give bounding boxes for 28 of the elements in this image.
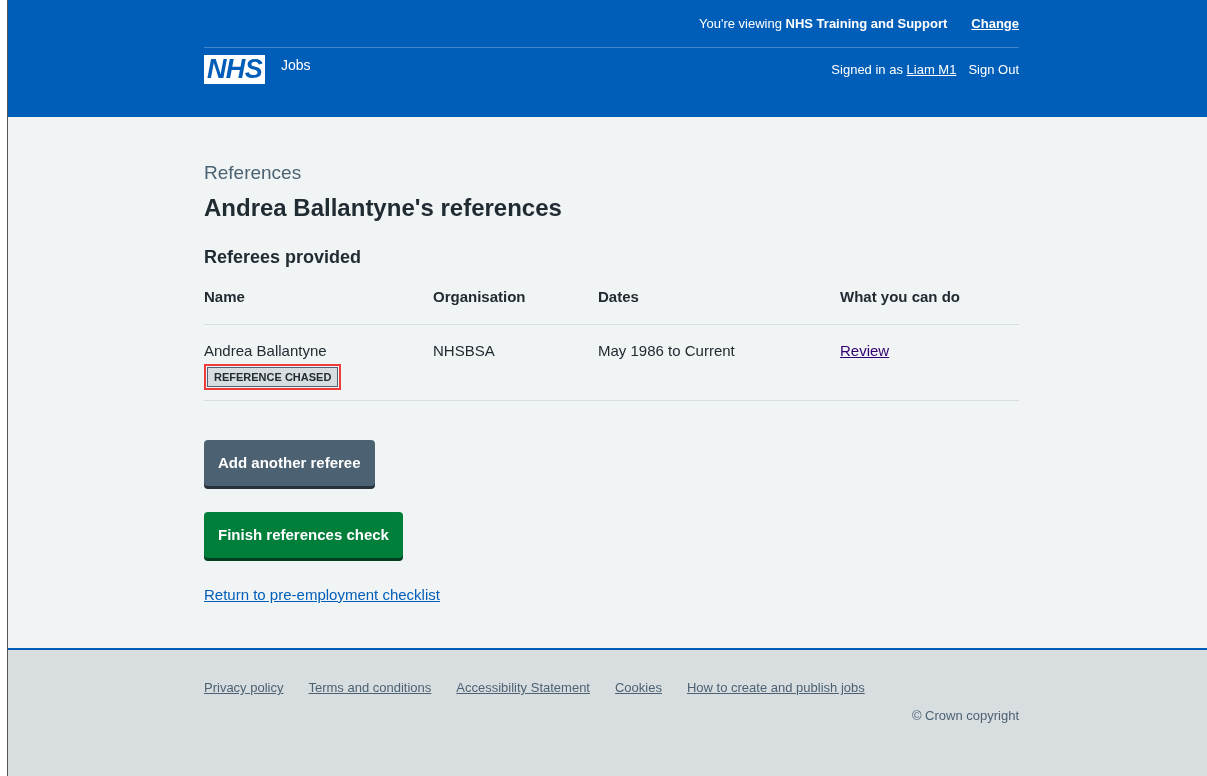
- footer-link[interactable]: Privacy policy: [204, 678, 284, 698]
- nhs-logo[interactable]: NHS: [204, 54, 265, 84]
- page-title: Andrea Ballantyne's references: [204, 192, 563, 223]
- footer-link[interactable]: Accessibility Statement: [456, 678, 590, 698]
- table-cell-text: NHSBSA: [433, 341, 496, 361]
- page-caption: References: [204, 161, 303, 185]
- service-name: Jobs: [281, 56, 311, 75]
- review-link[interactable]: Review: [840, 342, 890, 359]
- sign-out-link[interactable]: Sign Out: [968, 60, 1019, 80]
- table-cell-text: Andrea Ballantyne: [204, 341, 327, 361]
- column-header: Dates: [598, 286, 640, 307]
- column-header: What you can do: [840, 286, 961, 307]
- footer-link[interactable]: Terms and conditions: [308, 678, 432, 698]
- column-header: Organisation: [433, 286, 527, 307]
- section-title: Referees provided: [204, 245, 363, 269]
- signed-in-text: Signed in as Liam M1: [831, 61, 957, 80]
- footer-link[interactable]: How to create and publish jobs: [686, 678, 865, 698]
- copyright-text: © Crown copyright: [911, 706, 1019, 725]
- status-tag: REFERENCE CHASED: [207, 366, 339, 387]
- column-header: Name: [204, 286, 246, 307]
- back-link[interactable]: Return to pre-employment checklist: [204, 584, 440, 607]
- footer-link[interactable]: Cookies: [615, 678, 662, 698]
- user-link[interactable]: Liam M1: [906, 62, 957, 78]
- finish-button[interactable]: Finish references check: [204, 512, 403, 558]
- change-link[interactable]: Change: [971, 13, 1019, 34]
- viewing-text: You're viewing NHS Training and Support: [699, 14, 948, 33]
- table-cell-text: May 1986 to Current: [598, 341, 736, 361]
- add-referee-button[interactable]: Add another referee: [204, 440, 375, 486]
